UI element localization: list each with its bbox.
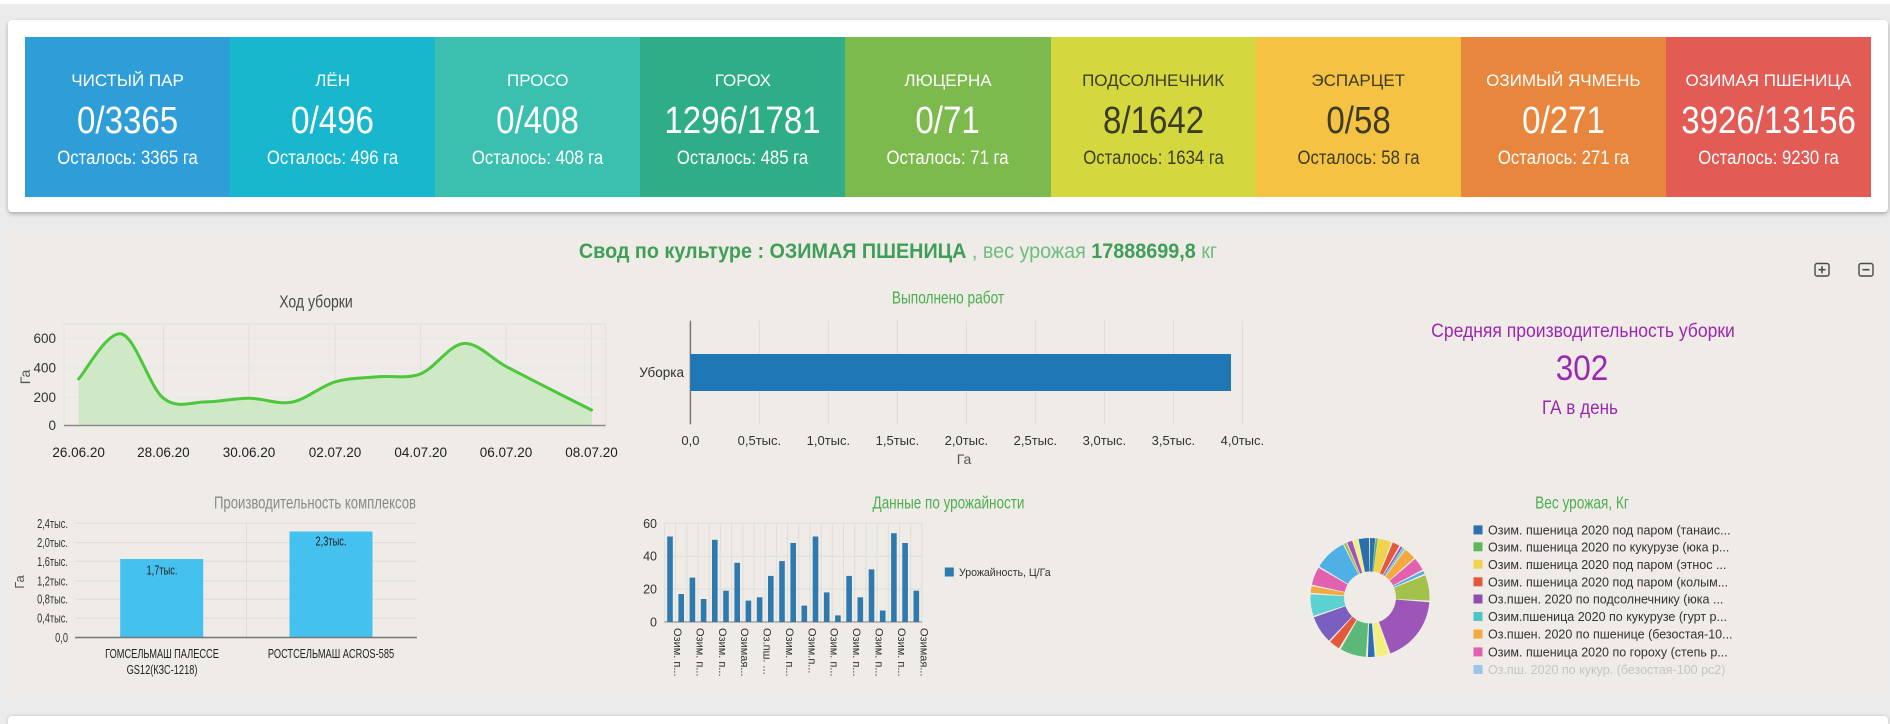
svg-text:400: 400: [33, 361, 56, 376]
svg-text:0: 0: [48, 418, 56, 433]
svg-text:2,0тыс.: 2,0тыс.: [945, 433, 988, 448]
svg-text:GS12(КЗС-1218): GS12(КЗС-1218): [127, 664, 198, 678]
svg-text:ГА в день: ГА в день: [1542, 397, 1618, 418]
svg-text:Озим. п...: Озим. п...: [693, 628, 705, 677]
svg-text:Вес урожая, Кг: Вес урожая, Кг: [1535, 494, 1629, 513]
svg-text:26.06.20: 26.06.20: [52, 445, 105, 460]
svg-text:Оз.пш. 2020 по кукур. (безоста: Оз.пш. 2020 по кукур. (безостая-100 рс2): [1488, 663, 1725, 677]
svg-text:0,0: 0,0: [681, 433, 699, 448]
svg-text:28.06.20: 28.06.20: [137, 445, 190, 460]
svg-text:Га: Га: [17, 370, 33, 385]
svg-text:3,5тыс.: 3,5тыс.: [1152, 433, 1195, 448]
svg-text:600: 600: [33, 331, 56, 346]
svg-text:02.07.20: 02.07.20: [309, 445, 362, 460]
svg-text:Свод по культуре : ОЗИМАЯ ПШЕН: Свод по культуре : ОЗИМАЯ ПШЕНИЦА , вес …: [579, 239, 1217, 263]
svg-text:ГОМСЕЛЬМАШ ПАЛЕССЕ: ГОМСЕЛЬМАШ ПАЛЕССЕ: [105, 648, 219, 662]
svg-text:Озим. пшеница 2020 под паром (: Озим. пшеница 2020 под паром (этнос ...: [1488, 558, 1726, 572]
svg-text:04.07.20: 04.07.20: [394, 445, 447, 460]
svg-text:0: 0: [650, 616, 657, 630]
svg-text:Урожайность, Ц/Га: Урожайность, Ц/Га: [959, 567, 1051, 579]
svg-text:1,6тыс.: 1,6тыс.: [37, 556, 68, 570]
svg-text:2,5тыс.: 2,5тыс.: [1014, 433, 1057, 448]
svg-text:Га: Га: [12, 574, 27, 588]
svg-text:Озим. п...: Озим. п...: [671, 628, 683, 677]
svg-text:Озим. пшеница 2020 под паром (: Озим. пшеница 2020 под паром (танаис...: [1488, 523, 1731, 537]
svg-text:Озим. п...: Озим. п...: [828, 628, 840, 677]
svg-text:302: 302: [1556, 350, 1609, 389]
svg-text:0,5тыс.: 0,5тыс.: [738, 433, 781, 448]
svg-text:40: 40: [643, 550, 657, 564]
svg-text:Озим. п...: Озим. п...: [783, 628, 795, 677]
svg-text:3,0тыс.: 3,0тыс.: [1083, 433, 1126, 448]
svg-text:Выполнено работ: Выполнено работ: [892, 289, 1005, 308]
svg-text:Оз.пш. ...: Оз.пш. ...: [761, 628, 773, 675]
svg-text:2,4тыс.: 2,4тыс.: [37, 518, 68, 532]
svg-text:0,4тыс.: 0,4тыс.: [37, 612, 68, 626]
svg-text:Данные по урожайности: Данные по урожайности: [873, 494, 1025, 513]
svg-text:Оз.пшен. 2020 по подсолнечнику: Оз.пшен. 2020 по подсолнечнику (юка ...: [1488, 593, 1723, 607]
svg-text:60: 60: [643, 517, 657, 531]
svg-text:РОСТСЕЛЬМАШ ACROS-585: РОСТСЕЛЬМАШ ACROS-585: [268, 648, 394, 662]
svg-text:Озим. пшеница 2020 по кукурузе: Озим. пшеница 2020 по кукурузе (юка р...: [1488, 540, 1729, 554]
svg-text:Производительность комплексов: Производительность комплексов: [214, 494, 416, 513]
svg-text:Озим. п...: Озим. п...: [895, 628, 907, 677]
svg-text:Озим. п...: Озим. п...: [873, 628, 885, 677]
svg-text:Средняя производительность убо: Средняя производительность уборки: [1431, 319, 1735, 341]
svg-text:Озим.пшеница 2020 по кукурузе: Озим.пшеница 2020 по кукурузе (гурт р...: [1488, 610, 1727, 624]
svg-text:08.07.20: 08.07.20: [565, 445, 618, 460]
svg-text:Озим. пшеница 2020 по гороху (: Озим. пшеница 2020 по гороху (степь р...: [1488, 645, 1728, 659]
svg-text:1,7тыс.: 1,7тыс.: [147, 564, 178, 578]
svg-text:Уборка: Уборка: [639, 365, 684, 380]
svg-text:4,0тыс.: 4,0тыс.: [1221, 433, 1264, 448]
svg-text:06.07.20: 06.07.20: [480, 445, 533, 460]
svg-text:0,0: 0,0: [55, 632, 68, 646]
svg-text:Га: Га: [957, 451, 972, 467]
svg-text:200: 200: [33, 390, 56, 405]
svg-text:Озим.п...: Озим.п...: [805, 628, 817, 674]
svg-text:Озимая...: Озимая...: [917, 628, 929, 677]
svg-text:Ход уборки: Ход уборки: [279, 292, 353, 312]
svg-text:Озим. п...: Озим. п...: [716, 628, 728, 677]
svg-text:2,0тыс.: 2,0тыс.: [37, 537, 68, 551]
svg-text:Оз.пшен. 2020 по пшенице (безо: Оз.пшен. 2020 по пшенице (безостая-10...: [1488, 628, 1733, 642]
svg-text:1,5тыс.: 1,5тыс.: [876, 433, 919, 448]
svg-text:2,3тыс.: 2,3тыс.: [316, 535, 347, 549]
svg-text:1,2тыс.: 1,2тыс.: [37, 575, 68, 589]
svg-text:0,8тыс.: 0,8тыс.: [37, 593, 68, 607]
svg-text:1,0тыс.: 1,0тыс.: [807, 433, 850, 448]
svg-text:30.06.20: 30.06.20: [223, 445, 276, 460]
svg-text:Озим. пшеница 2020 под паром (: Озим. пшеница 2020 под паром (колым...: [1488, 575, 1728, 589]
svg-text:20: 20: [643, 583, 657, 597]
svg-text:Озимая...: Озимая...: [738, 628, 750, 677]
svg-text:Озим. п...: Озим. п...: [850, 628, 862, 677]
